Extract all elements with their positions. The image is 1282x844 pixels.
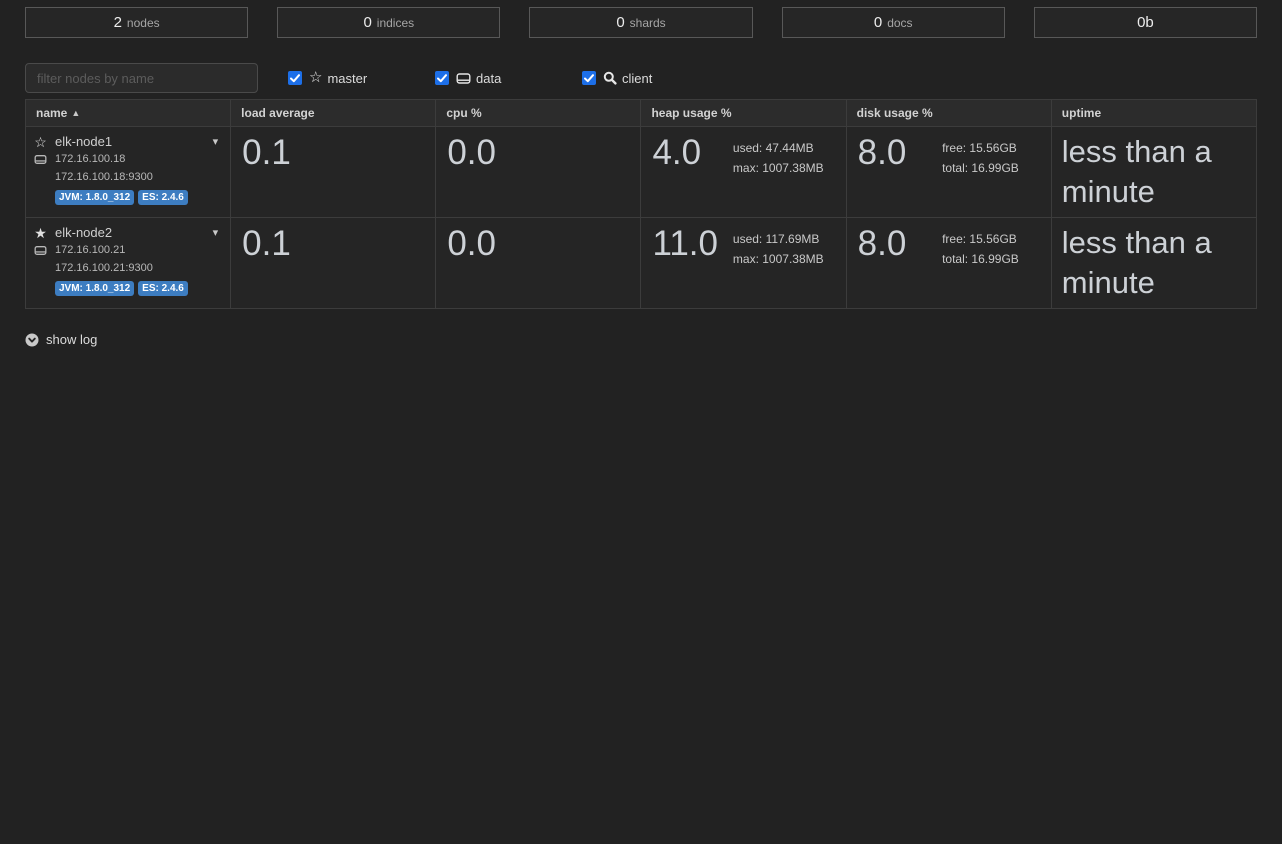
node-actions-caret-icon[interactable]: ▾ (209, 228, 223, 238)
summary-box-size: 0b (1034, 7, 1257, 38)
node-row: ★ elk-node2 ▾ 172.16.100.21 172 (26, 218, 1257, 309)
disk-free: free: 15.56GB (942, 229, 1019, 249)
node-ip: 172.16.100.21 (55, 244, 125, 256)
node-name: elk-node2 (55, 225, 112, 240)
heap-cell: 11.0 used: 117.69MB max: 1007.38MB (641, 218, 846, 309)
sort-asc-icon: ▲ (71, 108, 80, 118)
cpu-value: 0.0 (447, 224, 496, 263)
show-log-label: show log (46, 332, 97, 347)
load-average-value: 0.1 (242, 224, 291, 263)
uptime-cell: less than a minute (1051, 218, 1256, 309)
filter-client-label: client (622, 71, 652, 86)
nodes-table: name▲ load average cpu % heap usage % di… (25, 99, 1257, 309)
cpu-value: 0.0 (447, 133, 496, 172)
column-header-uptime[interactable]: uptime (1051, 100, 1256, 127)
nodes-dashboard: 2 nodes 0 indices 0 shards 0 docs 0b (0, 0, 1282, 352)
node-row: ☆ elk-node1 ▾ 172.16.100.18 172 (26, 127, 1257, 218)
node-actions-caret-icon[interactable]: ▾ (209, 137, 223, 147)
heap-max: max: 1007.38MB (733, 249, 824, 269)
chevron-down-circle-icon (25, 333, 39, 347)
node-name-cell: ☆ elk-node1 ▾ 172.16.100.18 172 (26, 127, 231, 218)
filter-data-toggle[interactable]: data (435, 71, 552, 86)
check-icon (290, 74, 300, 83)
star-icon: ☆ (309, 71, 322, 85)
star-filled-icon: ★ (31, 226, 50, 240)
disk-pct-value: 8.0 (858, 223, 907, 265)
heap-used: used: 47.44MB (733, 138, 824, 158)
filter-master-label: master (327, 71, 367, 86)
load-average-value: 0.1 (242, 133, 291, 172)
star-outline-icon: ☆ (31, 135, 50, 149)
table-header-row: name▲ load average cpu % heap usage % di… (26, 100, 1257, 127)
check-icon (437, 74, 447, 83)
filter-data-label: data (476, 71, 501, 86)
shards-count: 0 (616, 14, 624, 31)
summary-box-nodes: 2 nodes (25, 7, 248, 38)
heap-cell: 4.0 used: 47.44MB max: 1007.38MB (641, 127, 846, 218)
heap-pct-value: 4.0 (652, 132, 701, 174)
uptime-value: less than a minute (1062, 223, 1246, 303)
disk-total: total: 16.99GB (942, 158, 1019, 178)
jvm-version-badge: JVM: 1.8.0_312 (55, 281, 134, 296)
node-transport-address: 172.16.100.18:9300 (31, 171, 222, 183)
nodes-count: 2 (114, 14, 122, 31)
cpu-cell: 0.0 (436, 127, 641, 218)
uptime-value: less than a minute (1062, 132, 1246, 212)
heap-pct-value: 11.0 (652, 223, 718, 265)
summary-box-shards: 0 shards (529, 7, 752, 38)
filter-master-toggle[interactable]: ☆ master (288, 71, 405, 86)
docs-count: 0 (874, 14, 882, 31)
jvm-version-badge: JVM: 1.8.0_312 (55, 190, 134, 205)
filter-client-toggle[interactable]: client (582, 71, 699, 86)
hard-drive-icon (456, 72, 471, 85)
es-version-badge: ES: 2.4.6 (138, 190, 188, 205)
disk-cell: 8.0 free: 15.56GB total: 16.99GB (846, 127, 1051, 218)
node-transport-address: 172.16.100.21:9300 (31, 262, 222, 274)
hard-drive-icon (31, 154, 50, 165)
nodes-label: nodes (127, 16, 160, 30)
column-header-cpu[interactable]: cpu % (436, 100, 641, 127)
size-value: 0b (1137, 14, 1154, 31)
filter-row: ☆ master data (25, 63, 1257, 93)
uptime-cell: less than a minute (1051, 127, 1256, 218)
client-checkbox[interactable] (582, 71, 596, 85)
summary-box-docs: 0 docs (782, 7, 1005, 38)
column-header-load-average[interactable]: load average (231, 100, 436, 127)
node-ip: 172.16.100.18 (55, 153, 125, 165)
cluster-summary-row: 2 nodes 0 indices 0 shards 0 docs 0b (25, 7, 1257, 38)
master-checkbox[interactable] (288, 71, 302, 85)
shards-label: shards (630, 16, 666, 30)
load-average-cell: 0.1 (231, 127, 436, 218)
docs-label: docs (887, 16, 912, 30)
summary-box-indices: 0 indices (277, 7, 500, 38)
filter-nodes-input[interactable] (25, 63, 258, 93)
show-log-toggle[interactable]: show log (25, 332, 97, 347)
es-version-badge: ES: 2.4.6 (138, 281, 188, 296)
disk-cell: 8.0 free: 15.56GB total: 16.99GB (846, 218, 1051, 309)
column-header-disk-usage[interactable]: disk usage % (846, 100, 1051, 127)
load-average-cell: 0.1 (231, 218, 436, 309)
cpu-cell: 0.0 (436, 218, 641, 309)
search-icon (603, 71, 617, 85)
indices-count: 0 (363, 14, 371, 31)
heap-used: used: 117.69MB (733, 229, 824, 249)
hard-drive-icon (31, 245, 50, 256)
heap-max: max: 1007.38MB (733, 158, 824, 178)
indices-label: indices (377, 16, 414, 30)
column-header-heap-usage[interactable]: heap usage % (641, 100, 846, 127)
disk-free: free: 15.56GB (942, 138, 1019, 158)
node-name-cell: ★ elk-node2 ▾ 172.16.100.21 172 (26, 218, 231, 309)
disk-pct-value: 8.0 (858, 132, 907, 174)
data-checkbox[interactable] (435, 71, 449, 85)
column-header-name[interactable]: name▲ (26, 100, 231, 127)
check-icon (584, 74, 594, 83)
disk-total: total: 16.99GB (942, 249, 1019, 269)
node-name: elk-node1 (55, 134, 112, 149)
